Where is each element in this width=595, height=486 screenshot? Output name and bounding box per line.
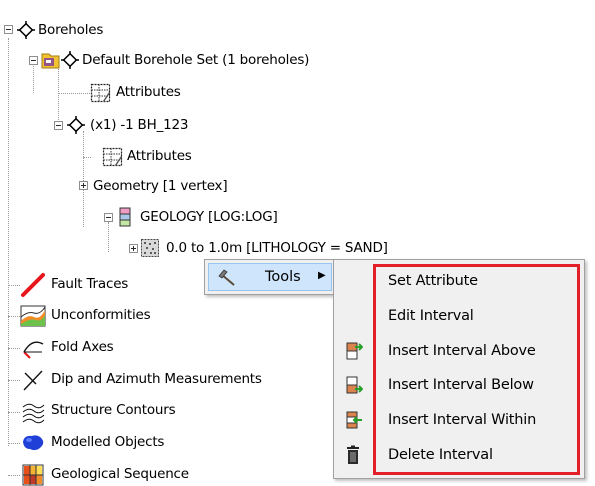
submenu-arrow-icon: ▶ [318, 270, 326, 281]
tree-label: Default Borehole Set (1 boreholes) [82, 52, 310, 68]
borehole-diamond-icon [16, 20, 35, 39]
insert-above-icon [343, 341, 364, 361]
collapse-toggle[interactable] [4, 25, 13, 34]
collapse-toggle[interactable] [104, 213, 113, 222]
tree-label: Unconformities [51, 307, 151, 323]
borehole-diamond-icon [60, 50, 79, 69]
hammer-icon [217, 268, 237, 288]
tree-label: GEOLOGY [LOG:LOG] [140, 209, 278, 225]
collapse-toggle[interactable] [54, 121, 63, 130]
tree-label: Attributes [116, 84, 181, 100]
highlight-box [373, 264, 580, 475]
expand-toggle[interactable] [79, 181, 88, 190]
log-column-icon [118, 207, 132, 227]
tree-label: 0.0 to 1.0m [LITHOLOGY = SAND] [166, 240, 388, 256]
tree-label: Fold Axes [51, 339, 114, 355]
tools-label: Tools [265, 269, 301, 285]
insert-within-icon [343, 410, 363, 430]
dip-azimuth-icon [20, 368, 46, 392]
fold-axis-icon [20, 336, 46, 360]
insert-below-icon [343, 375, 364, 395]
tree-label: Structure Contours [51, 402, 176, 418]
tree-label: Geological Sequence [51, 466, 189, 482]
fault-line-icon [20, 272, 46, 298]
tree-label: Geometry [1 vertex] [93, 178, 228, 194]
modelled-object-icon [20, 432, 46, 454]
collapse-toggle[interactable] [29, 56, 38, 65]
tree-label: Boreholes [38, 22, 104, 38]
unconformity-icon [20, 305, 46, 327]
tree-label: Attributes [127, 148, 192, 164]
sequence-grid-icon [22, 464, 44, 486]
sand-lithology-icon [140, 238, 160, 258]
tree-label: Modelled Objects [51, 434, 165, 450]
borehole-diamond-icon [66, 115, 85, 134]
attributes-table-icon [90, 82, 112, 104]
folder-icon [41, 50, 61, 69]
attributes-table-icon [102, 146, 124, 168]
tree-label: (x1) -1 BH_123 [90, 117, 189, 133]
expand-toggle[interactable] [129, 244, 138, 253]
trash-icon [343, 445, 363, 465]
context-menu: Tools ▶ [204, 259, 336, 295]
tree-label: Dip and Azimuth Measurements [51, 371, 262, 387]
menu-item-tools[interactable]: Tools ▶ [208, 263, 332, 291]
tree-label: Fault Traces [51, 276, 129, 292]
contour-lines-icon [20, 400, 46, 424]
